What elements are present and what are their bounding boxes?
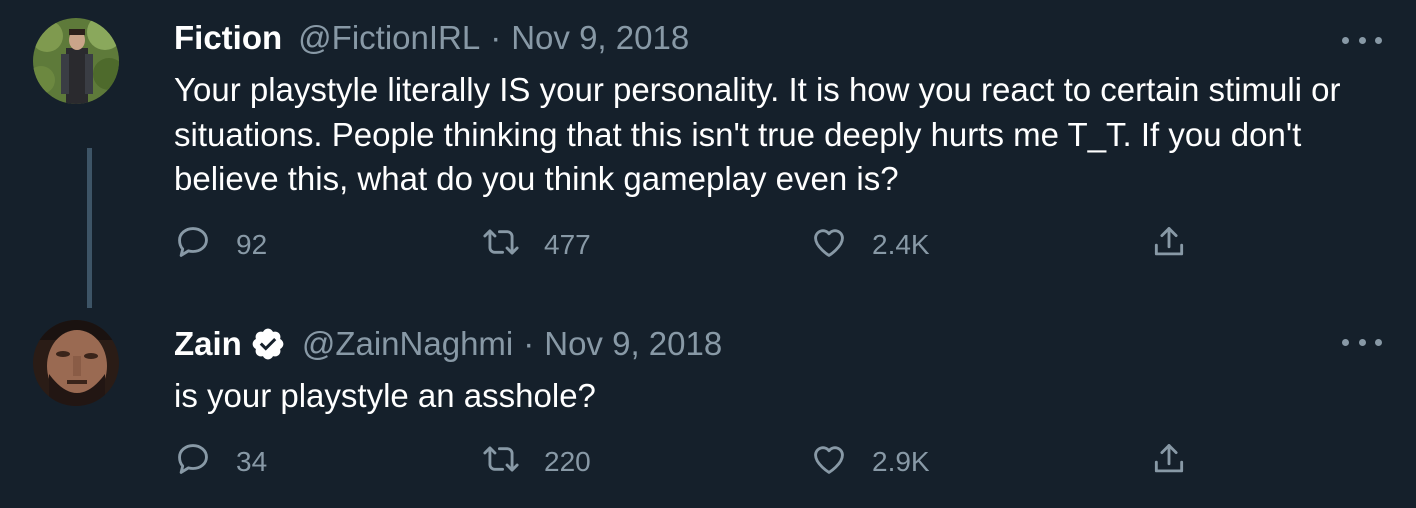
reply-count: 92 (236, 229, 268, 260)
retweet-icon (482, 440, 520, 485)
verified-badge-icon (250, 326, 286, 362)
more-icon[interactable] (1342, 30, 1382, 50)
heart-icon (810, 223, 848, 268)
like-count: 2.9K (872, 446, 930, 477)
reply-count: 34 (236, 446, 268, 477)
tweet-actions: 34 220 2.9K (174, 437, 1204, 487)
tweet-header: Fiction @FictionIRL · Nov 9, 2018 (174, 16, 689, 60)
share-icon (1150, 440, 1188, 485)
share-button[interactable] (1150, 437, 1188, 487)
thread-line (87, 148, 92, 308)
tweet-fiction[interactable]: Fiction @FictionIRL · Nov 9, 2018 Your p… (0, 0, 1416, 308)
retweet-icon (482, 223, 520, 268)
like-button[interactable]: 2.9K (810, 437, 930, 487)
separator: · (523, 325, 535, 362)
tweet-date[interactable]: Nov 9, 2018 (544, 325, 722, 363)
avatar-fiction[interactable] (33, 18, 119, 104)
heart-icon (810, 440, 848, 485)
author-handle[interactable]: @ZainNaghmi (302, 325, 513, 363)
reply-button[interactable]: 34 (174, 437, 267, 487)
author-name[interactable]: Zain (174, 325, 242, 363)
like-count: 2.4K (872, 229, 930, 260)
tweet-text: is your playstyle an asshole? (174, 377, 596, 414)
retweet-button[interactable]: 220 (482, 437, 591, 487)
retweet-count: 477 (544, 229, 591, 260)
share-icon (1150, 223, 1188, 268)
reply-icon (174, 223, 212, 268)
tweet-actions: 92 477 2.4K (174, 220, 1204, 270)
retweet-count: 220 (544, 446, 591, 477)
tweet-header: Zain @ZainNaghmi · Nov 9, 2018 (174, 322, 722, 366)
like-button[interactable]: 2.4K (810, 220, 930, 270)
tweet-text: Your playstyle literally IS your persona… (174, 71, 1341, 197)
reply-icon (174, 440, 212, 485)
tweet-date[interactable]: Nov 9, 2018 (511, 19, 689, 57)
separator: · (490, 19, 502, 56)
avatar-zain[interactable] (33, 320, 119, 406)
retweet-button[interactable]: 477 (482, 220, 591, 270)
author-handle[interactable]: @FictionIRL (298, 19, 480, 57)
tweet-zain[interactable]: Zain @ZainNaghmi · Nov 9, 2018 is your p… (0, 300, 1416, 508)
more-icon[interactable] (1342, 332, 1382, 352)
reply-button[interactable]: 92 (174, 220, 267, 270)
author-name[interactable]: Fiction (174, 19, 282, 57)
share-button[interactable] (1150, 220, 1188, 270)
